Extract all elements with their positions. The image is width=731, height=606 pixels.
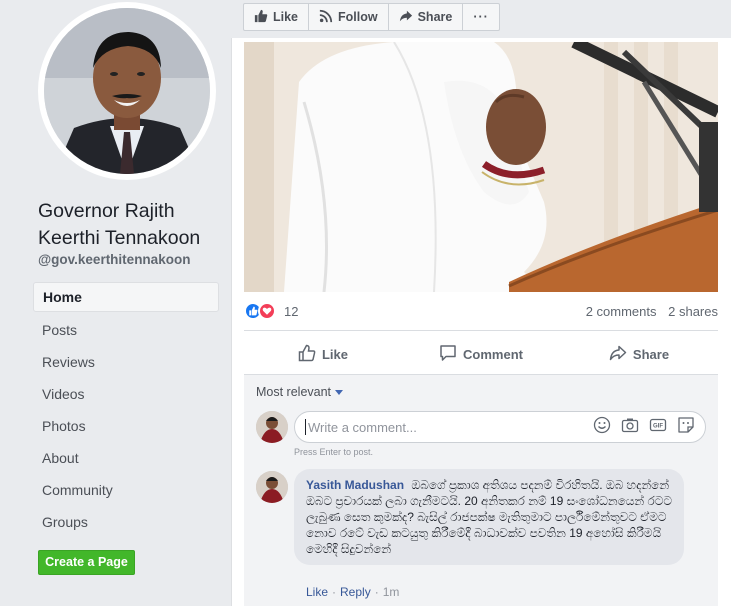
like-page-button[interactable]: Like — [244, 4, 310, 30]
comment-bubble: Yasith Madushan ඔබගේ ප්‍රකාශ අතිශය පදනම්… — [294, 469, 684, 565]
emoji-icon[interactable] — [593, 416, 611, 439]
comment-meta: Like · Reply · 1m — [306, 585, 400, 599]
comment-bubble-icon — [439, 344, 457, 365]
sidebar-item-reviews[interactable]: Reviews — [33, 346, 219, 378]
comments-count-link[interactable]: 2 comments — [586, 304, 657, 319]
share-page-button[interactable]: Share — [389, 4, 464, 30]
like-post-label: Like — [321, 346, 348, 362]
comment-like-link[interactable]: Like — [306, 585, 328, 599]
sticker-icon[interactable] — [677, 416, 695, 439]
create-page-button[interactable]: Create a Page — [38, 550, 135, 575]
more-options-button[interactable]: ··· — [463, 4, 499, 30]
sidebar-item-home[interactable]: Home — [33, 282, 219, 312]
comment-button[interactable]: Comment — [402, 336, 560, 372]
camera-icon[interactable] — [621, 416, 639, 439]
share-arrow-outline-icon — [609, 344, 627, 365]
sidebar-item-photos[interactable]: Photos — [33, 410, 219, 442]
comments-section: Most relevant Write a comment... GIF Pre… — [244, 374, 718, 606]
sidebar-item-community[interactable]: Community — [33, 474, 219, 506]
like-page-label: Like — [273, 10, 299, 24]
more-dots-icon: ··· — [473, 10, 489, 24]
page-handle[interactable]: @gov.keerthitennakoon — [38, 252, 190, 267]
commenter-avatar[interactable] — [256, 471, 288, 503]
share-post-label: Share — [632, 346, 670, 362]
sidebar-item-videos[interactable]: Videos — [33, 378, 219, 410]
shares-count-link[interactable]: 2 shares — [668, 304, 718, 319]
love-reaction-icon[interactable] — [258, 302, 276, 320]
comment-timestamp[interactable]: 1m — [383, 585, 400, 599]
reaction-count[interactable]: 12 — [284, 304, 298, 319]
engagement-counts: 2 comments 2 shares — [578, 304, 718, 319]
current-user-avatar[interactable] — [256, 411, 288, 443]
gif-icon[interactable]: GIF — [649, 416, 667, 439]
comment-author-link[interactable]: Yasith Madushan — [306, 478, 404, 492]
left-sidebar: Governor Rajith Keerthi Tennakoon @gov.k… — [0, 0, 230, 606]
press-enter-hint: Press Enter to post. — [294, 447, 374, 457]
avatar — [44, 8, 210, 174]
post-card: 12 2 comments 2 shares Like Comment Shar… — [231, 38, 731, 606]
follow-label: Follow — [338, 10, 378, 24]
divider — [244, 330, 718, 331]
page-title[interactable]: Governor Rajith Keerthi Tennakoon — [38, 198, 223, 252]
share-page-label: Share — [417, 10, 453, 24]
follow-button[interactable]: Follow — [309, 4, 389, 30]
share-post-button[interactable]: Share — [560, 336, 718, 372]
sidebar-item-posts[interactable]: Posts — [33, 314, 219, 346]
svg-text:GIF: GIF — [653, 423, 663, 429]
sidebar-nav: Home Posts Reviews Videos Photos About C… — [33, 282, 219, 538]
rss-icon — [319, 9, 333, 26]
page-action-toolbar: Like Follow Share ··· — [243, 3, 500, 31]
like-post-button[interactable]: Like — [244, 336, 402, 372]
share-arrow-icon — [399, 9, 413, 26]
text-cursor — [305, 419, 306, 435]
profile-picture[interactable] — [38, 2, 216, 180]
post-photo[interactable] — [244, 42, 718, 292]
reaction-summary: 12 2 comments 2 shares — [244, 300, 718, 322]
caret-down-icon — [335, 390, 344, 396]
thumbs-up-outline-icon — [298, 344, 316, 365]
comment-input-placeholder: Write a comment... — [308, 419, 417, 435]
comment-label: Comment — [463, 346, 523, 362]
comment-sort-dropdown[interactable]: Most relevant — [256, 385, 344, 399]
sidebar-item-about[interactable]: About — [33, 442, 219, 474]
post-actions-bar: Like Comment Share — [244, 336, 718, 372]
comment-reply-link[interactable]: Reply — [340, 585, 371, 599]
comment-input-tools: GIF — [593, 416, 695, 439]
thumbs-up-icon — [254, 9, 268, 26]
comment-input[interactable]: Write a comment... GIF — [294, 411, 706, 443]
sidebar-item-groups[interactable]: Groups — [33, 506, 219, 538]
comment-sort-label: Most relevant — [256, 385, 332, 399]
